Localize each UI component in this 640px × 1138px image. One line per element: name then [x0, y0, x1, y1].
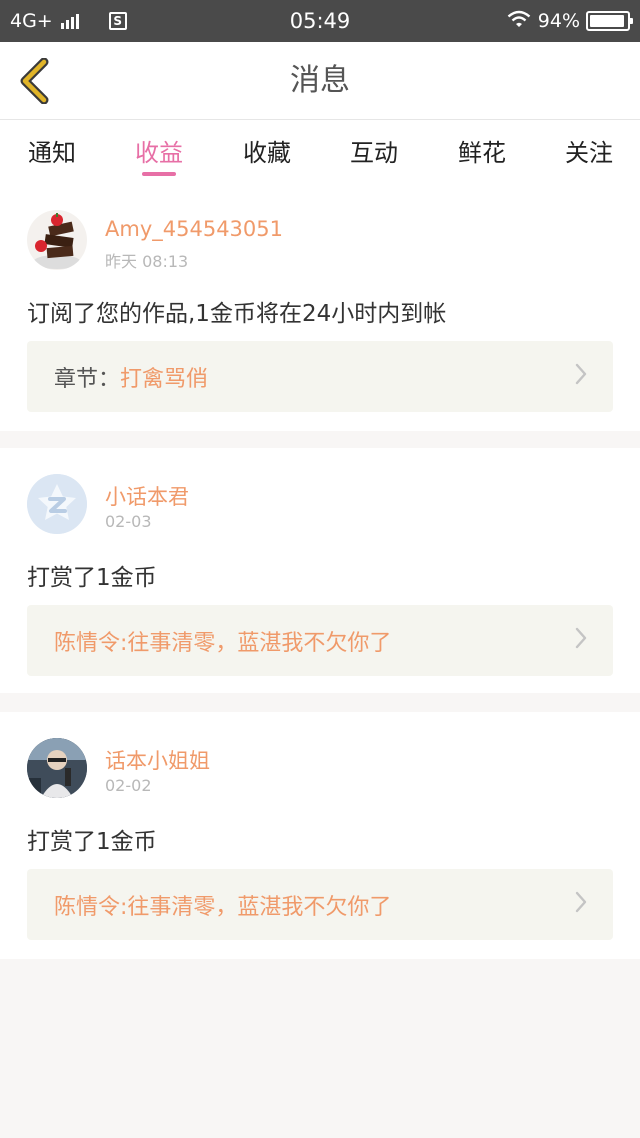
link-text: 陈情令:往事清零，蓝湛我不欠你了 — [54, 894, 392, 920]
status-left: 4G+ S — [10, 10, 127, 32]
tab-earnings[interactable]: 收益 — [131, 120, 187, 186]
status-right: 94% — [506, 9, 633, 34]
story-link[interactable]: 陈情令:往事清零，蓝湛我不欠你了 — [27, 605, 613, 676]
avatar[interactable] — [27, 474, 87, 534]
timestamp: 02-03 — [105, 512, 152, 531]
tab-following[interactable]: 关注 — [561, 120, 617, 186]
signal-icon — [60, 13, 79, 29]
link-prefix: 章节： — [54, 366, 121, 392]
link-text: 陈情令:往事清零，蓝湛我不欠你了 — [54, 630, 392, 656]
app-header: 消息 — [0, 42, 640, 120]
back-button[interactable] — [14, 58, 54, 104]
chevron-right-icon — [575, 363, 587, 391]
battery-fill — [590, 15, 624, 27]
page-title: 消息 — [290, 63, 350, 98]
chevron-right-icon — [575, 891, 587, 919]
chevron-left-icon — [20, 58, 49, 104]
tab-favorites[interactable]: 收藏 — [239, 120, 295, 186]
active-tab-indicator — [142, 172, 176, 176]
message-card: Amy_454543051 昨天 08:13 订阅了您的作品,1金币将在24小时… — [0, 186, 640, 431]
username[interactable]: 话本小姐姐 — [105, 745, 210, 775]
battery-percent: 94% — [537, 10, 580, 32]
message-card: 话本小姐姐 02-02 打赏了1金币 陈情令:往事清零，蓝湛我不欠你了 — [0, 712, 640, 959]
wifi-icon — [506, 9, 532, 34]
status-time: 05:49 — [289, 9, 351, 33]
sim-icon: S — [108, 12, 127, 30]
chevron-right-icon — [575, 627, 587, 655]
avatar[interactable] — [27, 738, 87, 798]
tab-interactions[interactable]: 互动 — [346, 120, 402, 186]
tab-notifications[interactable]: 通知 — [24, 120, 80, 186]
link-text: 打禽骂俏 — [120, 366, 209, 392]
tab-label: 收益 — [135, 139, 183, 167]
message-text: 打赏了1金币 — [27, 829, 157, 855]
username[interactable]: 小话本君 — [105, 481, 189, 511]
timestamp: 02-02 — [105, 776, 152, 795]
chapter-link[interactable]: 章节： 打禽骂俏 — [27, 341, 613, 412]
story-link[interactable]: 陈情令:往事清零，蓝湛我不欠你了 — [27, 869, 613, 940]
tab-label: 互动 — [350, 139, 398, 167]
tab-label: 收藏 — [243, 139, 291, 167]
tab-bar: 通知 收益 收藏 互动 鲜花 关注 — [0, 120, 640, 186]
battery-icon — [586, 11, 633, 31]
tab-label: 关注 — [565, 139, 613, 167]
tab-label: 通知 — [28, 139, 76, 167]
status-bar: 4G+ S 05:49 94% — [0, 0, 640, 42]
tab-label: 鲜花 — [458, 139, 506, 167]
avatar[interactable] — [27, 210, 87, 270]
message-text: 订阅了您的作品,1金币将在24小时内到帐 — [27, 301, 447, 327]
message-card: 小话本君 02-03 打赏了1金币 陈情令:往事清零，蓝湛我不欠你了 — [0, 448, 640, 693]
network-type: 4G+ — [10, 10, 53, 32]
message-text: 打赏了1金币 — [27, 565, 157, 591]
tab-flowers[interactable]: 鲜花 — [454, 120, 510, 186]
username[interactable]: Amy_454543051 — [105, 217, 283, 241]
timestamp: 昨天 08:13 — [105, 252, 189, 271]
